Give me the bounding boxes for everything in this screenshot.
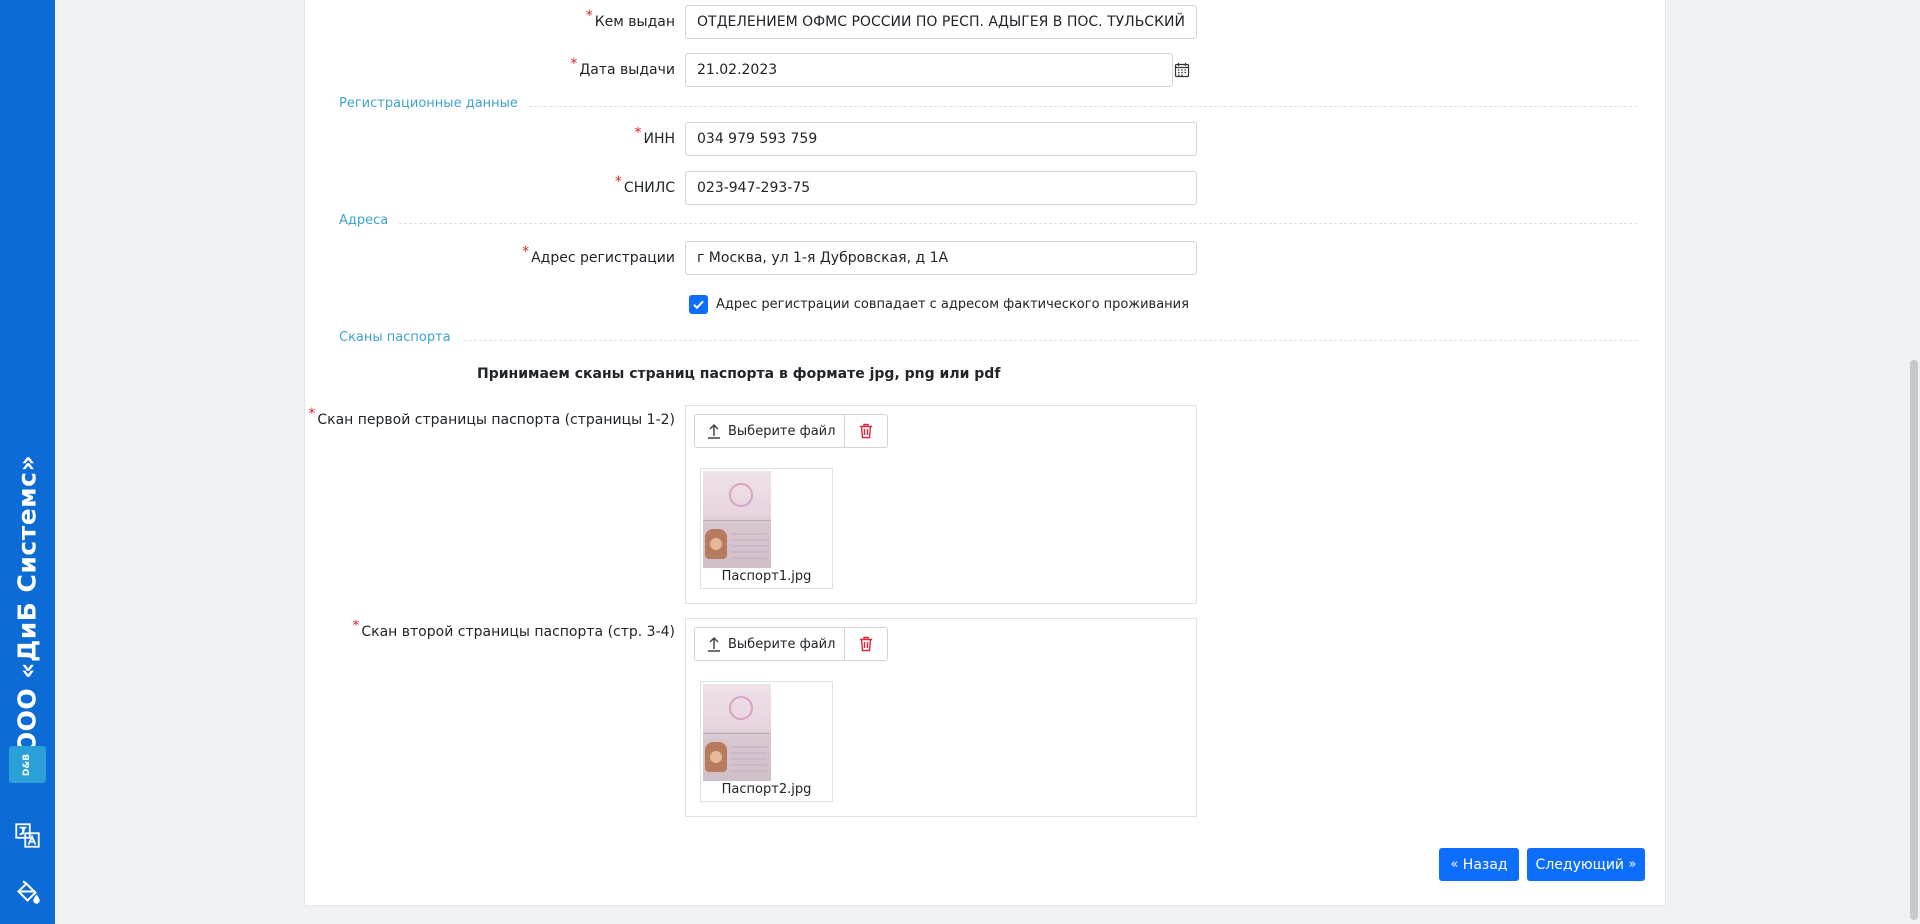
scan2-delete-button[interactable] <box>845 628 887 660</box>
scan2-choose-file-button[interactable]: Выберите файл <box>695 628 846 660</box>
scan1-delete-button[interactable] <box>845 415 887 447</box>
calendar-icon[interactable] <box>1174 62 1190 78</box>
chevron-right-icon: » <box>1628 857 1637 872</box>
upload-icon <box>708 423 720 439</box>
required-marker: * <box>570 56 578 72</box>
section-registration: Регистрационные данные <box>339 96 1637 116</box>
company-logo: D&B <box>9 746 46 783</box>
form-card: * Кем выдан ОТДЕЛЕНИЕМ ОФМС РОССИИ ПО РЕС… <box>304 0 1666 906</box>
issued-by-label: * Кем выдан <box>585 8 675 30</box>
company-name: ООО «ДиБ Системс» <box>12 454 42 754</box>
required-marker: * <box>352 618 360 634</box>
upload-icon <box>708 636 720 652</box>
section-divider <box>339 223 1637 224</box>
section-divider <box>339 106 1637 107</box>
reg-address-label: * Адрес регистрации <box>522 244 675 266</box>
required-marker: * <box>308 406 316 422</box>
section-divider <box>339 340 1637 341</box>
check-icon <box>693 300 704 310</box>
scan2-button-group: Выберите файл <box>694 627 889 661</box>
inn-input[interactable]: 034 979 593 759 <box>685 122 1197 156</box>
scan2-label: * Скан второй страницы паспорта (стр. 3-4… <box>352 618 675 640</box>
reg-address-input[interactable]: г Москва, ул 1-я Дубровская, д 1А <box>685 241 1197 275</box>
required-marker: * <box>634 125 642 141</box>
same-address-label[interactable]: Адрес регистрации совпадает с адресом фа… <box>716 297 1189 312</box>
issue-date-input[interactable]: 21.02.2023 <box>685 53 1173 87</box>
scan1-choose-file-button[interactable]: Выберите файл <box>695 415 846 447</box>
trash-icon <box>860 423 873 439</box>
chevron-left-icon: « <box>1450 857 1459 872</box>
section-scans: Сканы паспорта <box>339 330 1637 350</box>
scan2-thumbnail[interactable]: Паспорт2.jpg <box>700 681 833 802</box>
section-title: Регистрационные данные <box>339 96 528 111</box>
scan2-filename: Паспорт2.jpg <box>721 782 812 797</box>
issued-by-input[interactable]: ОТДЕЛЕНИЕМ ОФМС РОССИИ ПО РЕСП. АДЫГЕЯ В… <box>685 5 1197 39</box>
required-marker: * <box>522 244 530 260</box>
scrollbar[interactable] <box>1908 0 1920 924</box>
scan1-thumbnail[interactable]: Паспорт1.jpg <box>700 468 833 589</box>
scan1-button-group: Выберите файл <box>694 414 889 448</box>
required-marker: * <box>614 174 622 190</box>
scan1-upload-box: Выберите файл Паспорт1.jpg <box>685 405 1197 604</box>
passport-scan-image <box>703 684 771 781</box>
sidebar: ООО «ДиБ Системс» D&B <box>0 0 55 924</box>
back-button[interactable]: « Назад <box>1439 848 1519 881</box>
paint-bucket-icon[interactable] <box>14 878 41 905</box>
section-title: Адреса <box>339 213 399 228</box>
scan2-upload-box: Выберите файл Паспорт2.jpg <box>685 618 1197 817</box>
section-addresses: Адреса <box>339 213 1637 233</box>
scan1-filename: Паспорт1.jpg <box>721 569 812 584</box>
same-address-checkbox[interactable] <box>689 295 708 314</box>
passport-scan-image <box>703 471 771 568</box>
translate-icon[interactable] <box>14 822 41 849</box>
section-title: Сканы паспорта <box>339 330 461 345</box>
snils-label: * СНИЛС <box>614 174 675 196</box>
issue-date-label: * Дата выдачи <box>570 56 675 78</box>
snils-input[interactable]: 023-947-293-75 <box>685 171 1197 205</box>
scrollbar-thumb[interactable] <box>1910 360 1918 920</box>
trash-icon <box>860 636 873 652</box>
required-marker: * <box>585 8 593 24</box>
inn-label: * ИНН <box>634 125 675 147</box>
scans-note: Принимаем сканы страниц паспорта в форма… <box>477 366 1001 382</box>
scan1-label: * Скан первой страницы паспорта (страницы… <box>308 406 675 428</box>
next-button[interactable]: Следующий » <box>1527 848 1645 881</box>
